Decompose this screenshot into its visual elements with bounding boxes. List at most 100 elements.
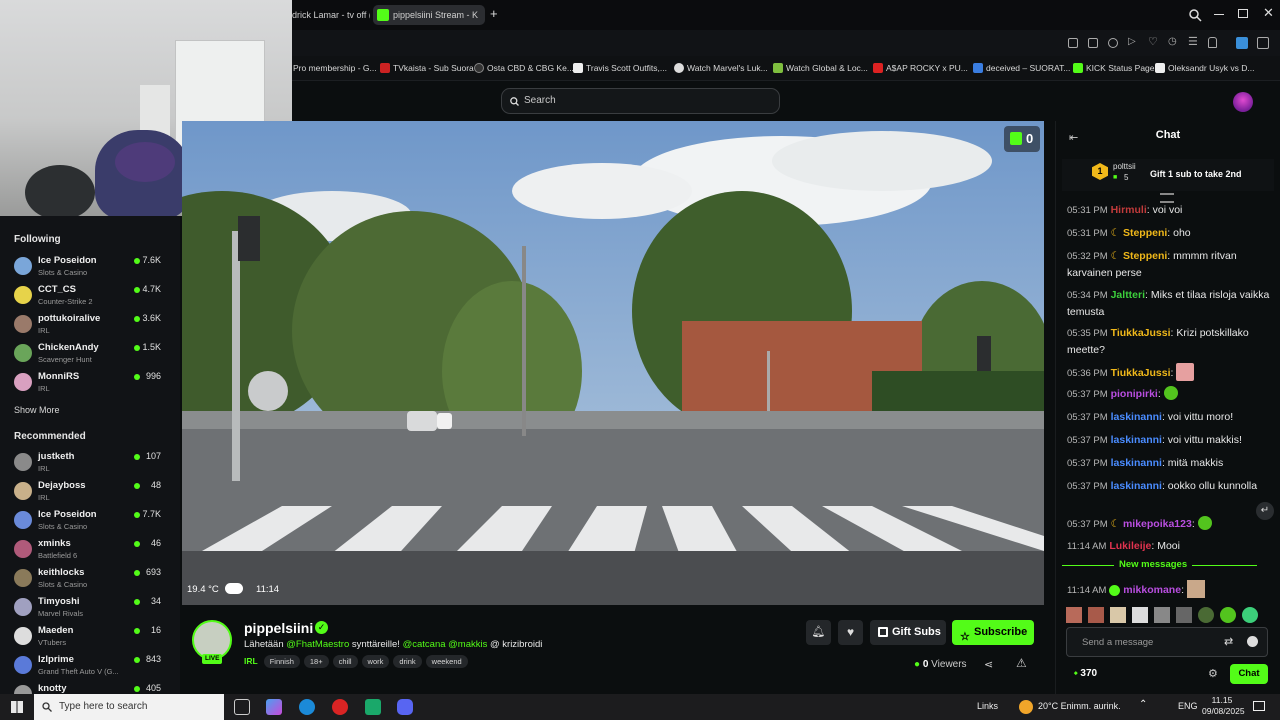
sidebar-channel-item[interactable]: ChickenAndy Scavenger Hunt 1.5K (0, 340, 180, 369)
wallet-icon[interactable] (1208, 37, 1217, 48)
message-user[interactable]: laskinanni (1111, 411, 1162, 423)
emote-icon[interactable] (1110, 607, 1126, 623)
sidebar-channel-item[interactable]: keithlocks Slots & Casino 693 (0, 565, 180, 594)
title-mention[interactable]: @FhatMaestro (286, 639, 349, 650)
follow-heart-button[interactable]: ♥ (838, 620, 863, 645)
app-icon[interactable] (365, 699, 381, 715)
message-user[interactable]: mikepoika123 (1123, 518, 1192, 530)
taskbar-search-input[interactable]: Type here to search (34, 694, 224, 720)
pinned-cta-text[interactable]: Gift 1 sub to take 2nd (1150, 169, 1242, 179)
history-icon[interactable]: ◷ (1168, 36, 1177, 47)
discord-icon[interactable] (397, 699, 413, 715)
message-user[interactable]: pionipirki (1111, 388, 1158, 400)
send-chat-button[interactable]: Chat (1230, 664, 1268, 684)
chat-settings-icon[interactable]: ⚙ (1208, 667, 1218, 680)
message-user[interactable]: Hirmuli (1111, 204, 1147, 216)
close-window-icon[interactable]: ✕ (1263, 5, 1274, 21)
bookmark-item[interactable]: Pro membership - G... (293, 61, 377, 75)
bookmark-item[interactable]: Oleksandr Usyk vs D... (1155, 61, 1254, 75)
bookmark-item[interactable]: Osta CBD & CBG Ke... (474, 61, 574, 75)
extension-icon[interactable] (1236, 37, 1248, 49)
heart-icon[interactable]: ♡ (1148, 35, 1158, 48)
emoji-icon[interactable] (1247, 636, 1258, 647)
notifications-icon[interactable] (1253, 701, 1265, 711)
emote-icon[interactable] (1242, 607, 1258, 623)
message-user[interactable]: Steppeni (1123, 227, 1167, 239)
sidebar-channel-item[interactable]: pottukoiralive IRL 3.6K (0, 311, 180, 340)
settings-icon[interactable] (1257, 37, 1269, 49)
report-icon[interactable]: ⚠ (1016, 656, 1027, 670)
home-icon[interactable] (1088, 38, 1098, 48)
copilot-icon[interactable] (266, 699, 282, 715)
windows-start-icon[interactable] (11, 701, 23, 713)
sidebar-channel-item[interactable]: CCT_CS Counter-Strike 2 4.7K (0, 282, 180, 311)
browser-tab-2[interactable]: pippelsiini Stream - K (373, 5, 485, 25)
subscribe-button[interactable]: ☆ Subscribe (952, 620, 1034, 645)
title-mention[interactable]: @makkis (448, 639, 487, 650)
emote-icon[interactable] (1220, 607, 1236, 623)
message-user[interactable]: Jaltteri (1111, 289, 1145, 301)
video-player[interactable]: 0 19.4 °C 11:14 (182, 121, 1044, 605)
category-link[interactable]: IRL (244, 656, 258, 666)
new-tab-button[interactable]: + (490, 7, 498, 21)
stream-tag[interactable]: weekend (425, 655, 468, 668)
emote-icon[interactable] (1132, 607, 1148, 623)
restore-icon[interactable] (1238, 9, 1248, 18)
emote-icon[interactable] (1176, 607, 1192, 623)
play-icon[interactable]: ▷ (1128, 36, 1136, 47)
task-view-icon[interactable] (234, 699, 250, 715)
user-avatar[interactable] (1233, 92, 1253, 112)
menu-icon[interactable]: ☰ (1188, 35, 1198, 48)
emote-icon[interactable] (1066, 607, 1082, 623)
message-user[interactable]: Steppeni (1123, 250, 1167, 262)
sidebar-channel-item[interactable]: Ice Poseidon Slots & Casino 7.7K (0, 507, 180, 536)
message-user[interactable]: laskinanni (1111, 457, 1162, 469)
message-user[interactable]: laskinanni (1111, 434, 1162, 446)
sidebar-channel-item[interactable]: Ice Poseidon Slots & Casino 7.6K (0, 253, 180, 282)
weather-text[interactable]: 20°C Enimm. aurink. (1038, 701, 1121, 711)
channel-points[interactable]: ⬩ 370 (1074, 668, 1097, 679)
message-user[interactable]: TiukkaJussi (1111, 327, 1171, 339)
stream-tag[interactable]: Finnish (263, 655, 300, 668)
bookmark-item[interactable]: Travis Scott Outfits,... (573, 61, 667, 75)
stream-tag[interactable]: work (361, 655, 390, 668)
sidebar-channel-item[interactable]: Izlprime Grand Theft Auto V (G... 843 (0, 652, 180, 681)
sidebar-channel-item[interactable]: Maeden VTubers 16 (0, 623, 180, 652)
sidebar-channel-item[interactable]: knotty 405 (0, 681, 180, 694)
share-icon[interactable]: ⋖ (984, 658, 993, 671)
emote-icon[interactable] (1198, 607, 1214, 623)
translate-icon[interactable]: ⇄ (1224, 635, 1233, 648)
scroll-to-latest-icon[interactable]: ↵ (1256, 502, 1274, 520)
stream-tag[interactable]: 18+ (303, 655, 329, 668)
tray-expand-icon[interactable]: ⌃ (1139, 699, 1147, 710)
language-indicator[interactable]: ENG (1178, 701, 1198, 711)
message-user[interactable]: Lukileije (1109, 540, 1151, 552)
sidebar-channel-item[interactable]: justketh IRL 107 (0, 449, 180, 478)
streamer-name[interactable]: pippelsiini (244, 620, 313, 636)
bookmark-item[interactable]: Watch Marvel's Luk... (674, 61, 768, 75)
shield-icon[interactable] (1108, 38, 1118, 48)
stream-tag[interactable]: drink (393, 655, 422, 668)
show-more-button[interactable]: Show More (14, 405, 60, 415)
browser-tab-1[interactable]: drick Lamar - tv off (C (292, 5, 370, 25)
minimize-icon[interactable] (1214, 14, 1224, 15)
sidebar-channel-item[interactable]: MonniRS IRL 996 (0, 369, 180, 398)
message-user[interactable]: TiukkaJussi (1111, 367, 1171, 379)
edit-icon[interactable] (1068, 38, 1078, 48)
edge-icon[interactable] (299, 699, 315, 715)
bookmark-item[interactable]: Watch Global & Loc... (773, 61, 868, 75)
sidebar-channel-item[interactable]: Timyoshi Marvel Rivals 34 (0, 594, 180, 623)
emote-icon[interactable] (1088, 607, 1104, 623)
opera-icon[interactable] (332, 699, 348, 715)
links-toolbar[interactable]: Links (977, 701, 998, 711)
message-user[interactable]: laskinanni (1111, 480, 1162, 492)
message-user[interactable]: mikkomane (1123, 584, 1181, 596)
chat-input[interactable]: Send a message ⇄ (1066, 627, 1268, 657)
search-input[interactable]: Search (501, 88, 780, 114)
bookmark-item[interactable]: A$AP ROCKY x PU... (873, 61, 968, 75)
search-tabs-icon[interactable] (1188, 8, 1202, 22)
notification-bell-button[interactable]: 🔔︎ (806, 620, 831, 645)
bookmark-item[interactable]: TVkaista - Sub Suora (380, 61, 474, 75)
sidebar-channel-item[interactable]: xminks Battlefield 6 46 (0, 536, 180, 565)
stream-tag[interactable]: chill (332, 655, 358, 668)
